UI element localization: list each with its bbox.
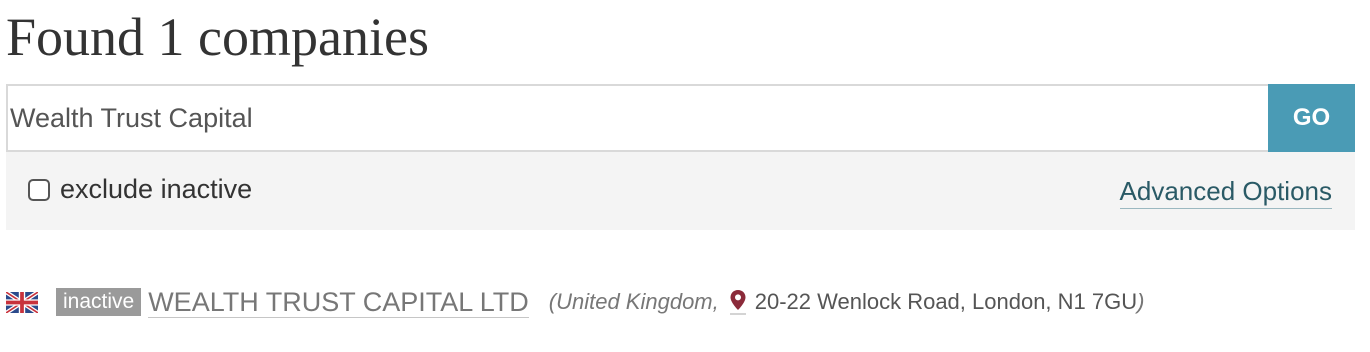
exclude-inactive-checkbox[interactable] (28, 178, 50, 201)
search-panel: GO exclude inactive Advanced Options (6, 84, 1355, 230)
address: 20-22 Wenlock Road, London, N1 7GU (754, 289, 1138, 314)
map-pin-icon[interactable] (729, 289, 747, 315)
advanced-options-link[interactable]: Advanced Options (1119, 176, 1332, 209)
company-name-link[interactable]: WEALTH TRUST CAPITAL LTD (148, 287, 529, 318)
page-title: Found 1 companies (6, 7, 429, 67)
exclude-inactive-label: exclude inactive (60, 174, 253, 204)
search-row: GO (6, 84, 1355, 152)
company-result-row: inactive WEALTH TRUST CAPITAL LTD ( Unit… (6, 286, 1144, 318)
exclude-inactive-option[interactable]: exclude inactive (28, 174, 252, 205)
open-paren: ( (548, 289, 557, 314)
go-button[interactable]: GO (1268, 84, 1355, 152)
search-input[interactable] (6, 84, 1268, 152)
status-badge: inactive (56, 288, 142, 316)
uk-flag-icon (6, 291, 38, 313)
close-paren: ) (1137, 289, 1145, 314)
country: United Kingdom, (556, 289, 719, 314)
company-meta: ( United Kingdom, 20-22 Wenlock Road, Lo… (548, 289, 1145, 315)
